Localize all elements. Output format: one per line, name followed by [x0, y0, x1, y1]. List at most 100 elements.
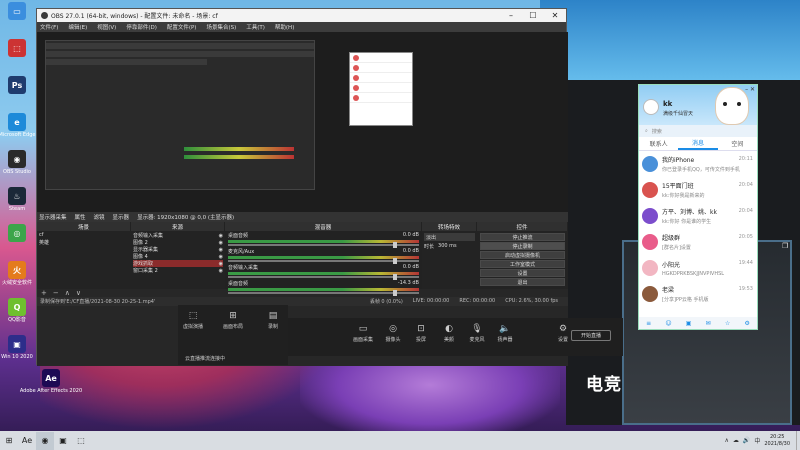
control-button[interactable]: 停止录制 — [480, 242, 565, 250]
desktop-icon[interactable]: Ae Adobe After Effects 2020 — [20, 369, 82, 402]
conversation-item[interactable]: 超级群 [群名片]设置 20:05 — [639, 229, 757, 255]
taskbar-app[interactable]: ▣ — [54, 432, 72, 450]
menu-item[interactable]: 停靠部件(D) — [126, 23, 157, 31]
show-desktop-button[interactable] — [796, 431, 800, 450]
volume-slider[interactable] — [228, 242, 419, 248]
volume-slider[interactable] — [228, 258, 419, 264]
taskbar-app[interactable]: ⊞ — [0, 432, 18, 450]
eye-icon[interactable]: ◉ — [219, 268, 223, 274]
desktop-icon[interactable]: 火火绒安全软件 — [2, 261, 32, 294]
source-item[interactable]: 图像 4 ◉ — [133, 253, 223, 261]
eye-icon[interactable]: ◉ — [219, 247, 223, 253]
tray-icon[interactable]: 🔊 — [743, 437, 750, 444]
source-item[interactable]: 游戏抓取 ◉ — [133, 260, 223, 267]
conversation-item[interactable]: 老梁 [分享]PP云格 手机版 19:53 — [639, 281, 757, 307]
desktop-icon[interactable]: ⬚ — [2, 39, 32, 72]
control-button[interactable]: 工作室模式 — [480, 260, 565, 268]
eye-icon[interactable]: ◉ — [219, 240, 223, 246]
capture-tool[interactable]: ⊡ 投屏 — [406, 324, 436, 343]
dock-tab[interactable]: 显示器: 1920x1080 @ 0,0 (主显示器) — [137, 213, 234, 221]
tray-icon[interactable]: ☁ — [733, 437, 739, 444]
footer-icon[interactable]: ☺ — [665, 320, 671, 327]
menu-item[interactable]: 工具(T) — [246, 23, 265, 31]
restore-icon[interactable]: ❐ — [782, 242, 796, 252]
duration-input[interactable]: 300 ms — [438, 243, 457, 250]
obs-preview-canvas[interactable] — [37, 32, 568, 212]
qq-window[interactable]: – ✕ kk 满级千仙冒天 ⌕ 搜索 联系人 消息 空间 我的iPhone 你已登录手… — [638, 84, 758, 330]
close-icon[interactable]: ✕ — [544, 11, 566, 20]
down-icon[interactable]: ∨ — [76, 289, 81, 297]
eye-icon[interactable]: ◉ — [219, 233, 223, 239]
qq-window-controls[interactable]: – ✕ — [745, 86, 755, 93]
desktop-icon[interactable]: ▣ Win 10 2020 — [1, 335, 33, 368]
menu-item[interactable]: 帮助(H) — [275, 23, 294, 31]
desktop-icon[interactable]: e Microsoft Edge — [0, 113, 35, 146]
source-item[interactable]: 图像 2 ◉ — [133, 239, 223, 247]
taskbar-app[interactable]: ◉ — [36, 431, 54, 450]
volume-slider[interactable] — [228, 290, 419, 296]
taskbar-app[interactable]: ⬚ — [72, 432, 90, 450]
dock-tab[interactable]: 滤镜 — [94, 213, 105, 221]
menu-item[interactable]: 编辑(E) — [68, 23, 87, 31]
remove-icon[interactable]: − — [53, 289, 59, 297]
transition-select[interactable]: 淡出 — [424, 233, 475, 241]
up-icon[interactable]: ∧ — [65, 289, 70, 297]
menu-item[interactable]: 文件(F) — [40, 23, 58, 31]
tray-icon[interactable]: ∧ — [724, 437, 728, 444]
capture-tool[interactable]: 🎙 麦克风 — [462, 324, 492, 343]
capture-tool[interactable]: ◎ 摄像头 — [378, 324, 408, 343]
volume-slider[interactable] — [228, 274, 419, 280]
footer-icon[interactable]: ✉ — [706, 320, 711, 327]
taskbar-app[interactable]: Ae — [18, 432, 36, 450]
footer-icon[interactable]: ☆ — [725, 320, 730, 327]
menu-item[interactable]: 视图(V) — [97, 23, 116, 31]
menu-item[interactable]: 场景集合(S) — [206, 23, 236, 31]
source-item[interactable]: 音频输入采集 ◉ — [133, 232, 223, 240]
conversation-item[interactable]: 小阳光 HGKDPRKBSKJJNVPIVHSL 19:44 — [639, 255, 757, 281]
footer-icon[interactable]: ⚙ — [745, 320, 750, 327]
maximize-icon[interactable]: ☐ — [522, 11, 544, 20]
source-item[interactable]: 窗口采集 2 ◉ — [133, 267, 223, 275]
dock-tab[interactable]: 属性 — [75, 213, 86, 221]
eye-icon[interactable]: ◉ — [219, 254, 223, 260]
desktop-icon[interactable]: Q QQ影音 — [2, 298, 32, 331]
add-icon[interactable]: + — [41, 289, 47, 297]
control-button[interactable]: 停止推流 — [480, 233, 565, 241]
control-button[interactable]: 退出 — [480, 278, 565, 286]
desktop-icon[interactable]: ◉ OBS Studio — [2, 150, 32, 183]
control-button[interactable]: 设置 — [480, 269, 565, 277]
capture-tool[interactable]: 🔈 扬声器 — [490, 324, 520, 343]
eye-icon[interactable]: ◉ — [219, 261, 223, 267]
capture-tool[interactable]: ▭ 画面采集 — [348, 324, 378, 343]
desktop-icon[interactable]: ◎ — [2, 224, 32, 257]
qq-signature[interactable]: 满级千仙冒天 — [663, 110, 693, 117]
conversation-item[interactable]: 我的iPhone 你已登录手机QQ，可传文件到手机 20:11 — [639, 151, 757, 177]
conversation-item[interactable]: 15平面门班 kk:你好我是新来的 20:04 — [639, 177, 757, 203]
dock-tab[interactable]: 显示器采集 — [39, 213, 67, 221]
desktop-icon[interactable]: ♨ Steam — [2, 187, 32, 220]
footer-icon[interactable]: ≡ — [646, 320, 651, 327]
control-button[interactable]: 启动虚拟摄像机 — [480, 251, 565, 259]
menu-item[interactable]: 配置文件(P) — [167, 23, 197, 31]
source-item[interactable]: 显示器采集 ◉ — [133, 246, 223, 254]
scene-item[interactable]: cf — [39, 232, 129, 239]
avatar[interactable] — [643, 99, 659, 115]
scene-item[interactable]: 英雄 — [39, 239, 129, 246]
capture-tool[interactable]: ◐ 美颜 — [434, 324, 464, 343]
qq-tab[interactable]: 空间 — [718, 137, 757, 150]
search-input[interactable]: ⌕ 搜索 — [639, 125, 757, 137]
capture-left-tool[interactable]: ▤ 录制 — [258, 311, 288, 330]
desktop-icon[interactable]: Ps — [2, 76, 32, 109]
clock[interactable]: 20:25 2021/8/30 — [764, 434, 790, 448]
capture-left-tool[interactable]: ⊞ 画面布局 — [218, 311, 248, 330]
qq-tab[interactable]: 联系人 — [639, 137, 678, 150]
obs-titlebar[interactable]: OBS 27.0.1 (64-bit, windows) - 配置文件: 未命名… — [37, 9, 566, 22]
capture-left-tool[interactable]: ⬚ 虚拟演播 — [178, 311, 208, 330]
desktop-icon[interactable]: ▭ — [2, 2, 32, 35]
footer-icon[interactable]: ▣ — [686, 320, 692, 327]
capture-tool[interactable]: ⚙ 设置 — [548, 324, 578, 343]
qq-tab[interactable]: 消息 — [678, 137, 718, 150]
tray-icon[interactable]: 中 — [754, 436, 760, 445]
conversation-item[interactable]: 方平、刘博、姚、kk kk:你好 你是谁的学生 20:04 — [639, 203, 757, 229]
obs-window[interactable]: OBS 27.0.1 (64-bit, windows) - 配置文件: 未命名… — [36, 8, 568, 366]
